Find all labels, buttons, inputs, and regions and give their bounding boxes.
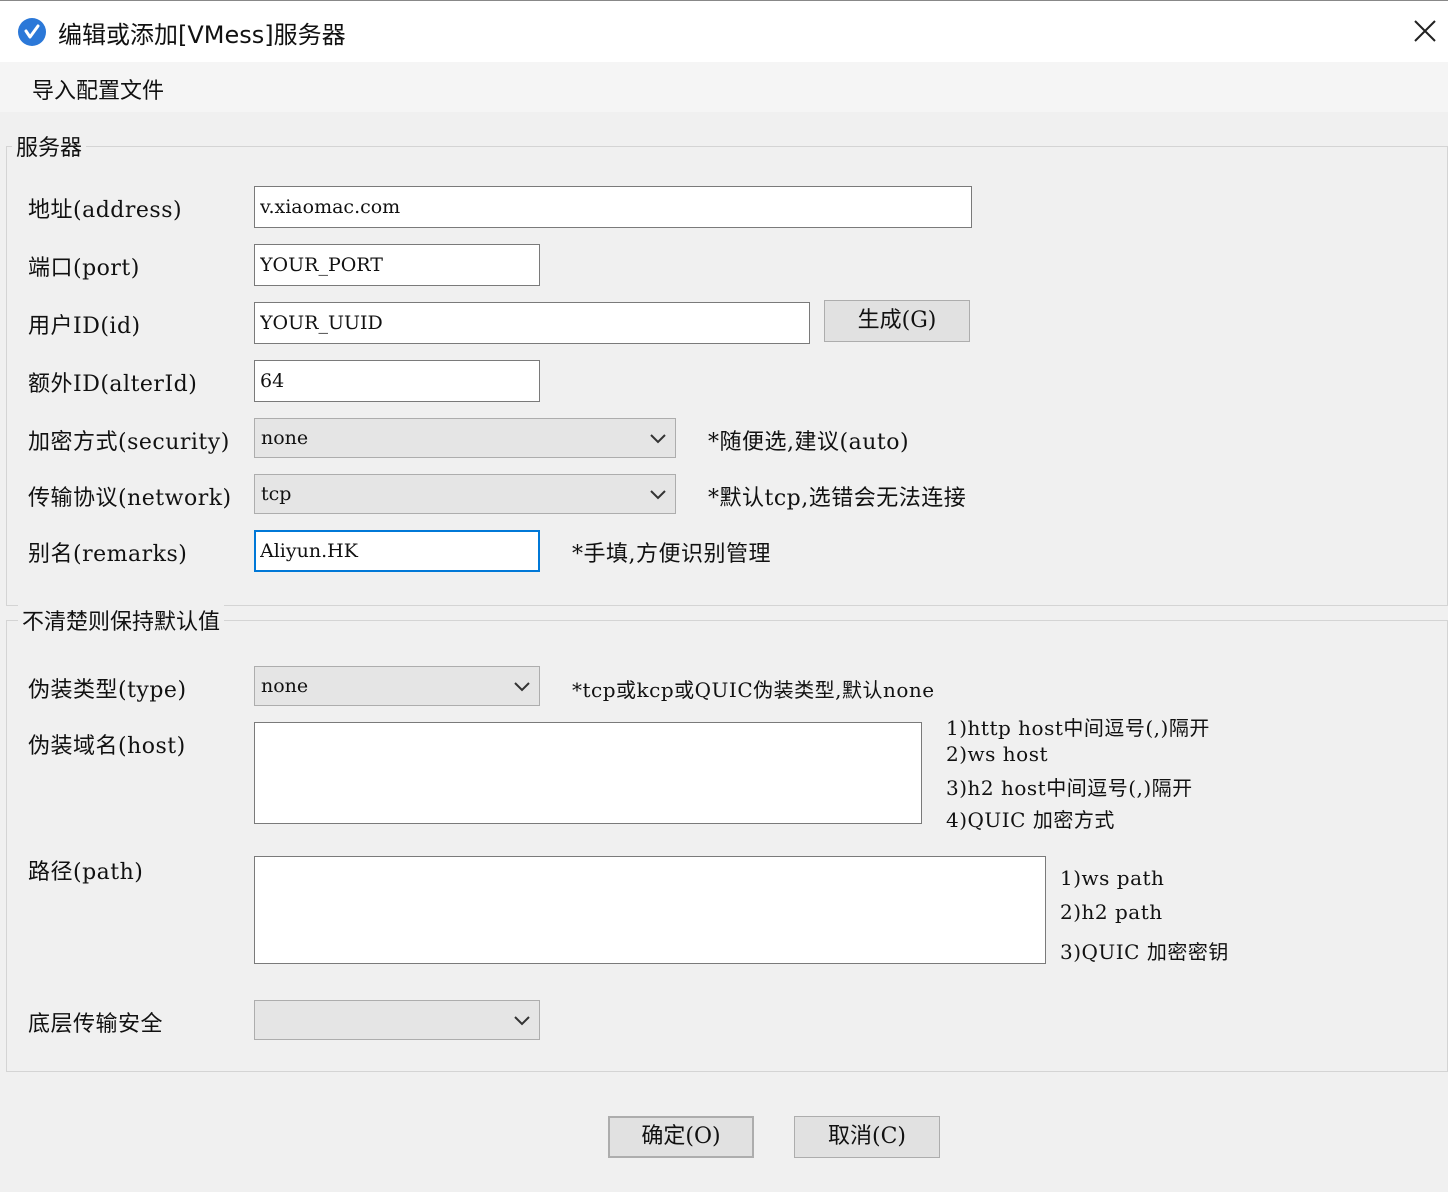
chevron-down-icon xyxy=(650,434,666,444)
host-label: 伪装域名(host) xyxy=(28,734,186,759)
network-select[interactable]: tcp xyxy=(254,474,676,514)
port-label: 端口(port) xyxy=(28,256,140,281)
host-textarea[interactable] xyxy=(254,722,922,824)
chevron-down-icon xyxy=(514,1016,530,1026)
chevron-down-icon xyxy=(650,490,666,500)
type-hint: *tcp或kcp或QUIC伪装类型,默认none xyxy=(572,678,935,702)
type-select[interactable]: none xyxy=(254,666,540,706)
path-label: 路径(path) xyxy=(28,860,144,885)
v2ray-logo-icon xyxy=(18,18,46,46)
host-hint-2: 2)ws host xyxy=(946,742,1048,766)
user-id-input[interactable] xyxy=(254,302,810,344)
close-button[interactable] xyxy=(1402,1,1448,63)
host-hint-3: 3)h2 host中间逗号(,)隔开 xyxy=(946,776,1193,800)
close-icon xyxy=(1414,20,1436,42)
network-select-value: tcp xyxy=(261,483,292,505)
title-bar: 编辑或添加[VMess]服务器 xyxy=(0,0,1448,63)
type-select-value: none xyxy=(261,675,309,697)
network-label: 传输协议(network) xyxy=(28,486,232,511)
network-hint: *默认tcp,选错会无法连接 xyxy=(708,486,967,511)
path-hint-3: 3)QUIC 加密密钥 xyxy=(1060,940,1229,964)
security-hint: *随便选,建议(auto) xyxy=(708,430,910,455)
chevron-down-icon xyxy=(514,682,530,692)
security-select[interactable]: none xyxy=(254,418,676,458)
type-label: 伪装类型(type) xyxy=(28,678,187,703)
security-label: 加密方式(security) xyxy=(28,430,230,455)
user-id-label: 用户ID(id) xyxy=(28,314,141,339)
alter-id-label: 额外ID(alterId) xyxy=(28,372,198,397)
advanced-group-legend: 不清楚则保持默认值 xyxy=(18,604,225,636)
cancel-button[interactable]: 取消(C) xyxy=(794,1116,940,1158)
path-hint-2: 2)h2 path xyxy=(1060,900,1163,924)
window-title: 编辑或添加[VMess]服务器 xyxy=(58,21,346,49)
path-textarea[interactable] xyxy=(254,856,1046,964)
menu-bar: 导入配置文件 xyxy=(0,62,1448,112)
server-group-legend: 服务器 xyxy=(12,130,87,162)
alter-id-input[interactable] xyxy=(254,360,540,402)
menu-import-config[interactable]: 导入配置文件 xyxy=(32,73,164,105)
ok-button[interactable]: 确定(O) xyxy=(608,1116,754,1158)
host-hint-4: 4)QUIC 加密方式 xyxy=(946,808,1115,832)
remarks-input[interactable] xyxy=(254,530,540,572)
port-input[interactable] xyxy=(254,244,540,286)
remarks-label: 别名(remarks) xyxy=(28,542,188,567)
tls-select[interactable] xyxy=(254,1000,540,1040)
tls-label: 底层传输安全 xyxy=(28,1012,164,1037)
security-select-value: none xyxy=(261,427,309,449)
path-hint-1: 1)ws path xyxy=(1060,866,1165,890)
host-hint-1: 1)http host中间逗号(,)隔开 xyxy=(946,716,1210,740)
generate-uuid-button[interactable]: 生成(G) xyxy=(824,300,970,342)
address-label: 地址(address) xyxy=(28,198,183,223)
address-input[interactable] xyxy=(254,186,972,228)
remarks-hint: *手填,方便识别管理 xyxy=(572,542,771,567)
